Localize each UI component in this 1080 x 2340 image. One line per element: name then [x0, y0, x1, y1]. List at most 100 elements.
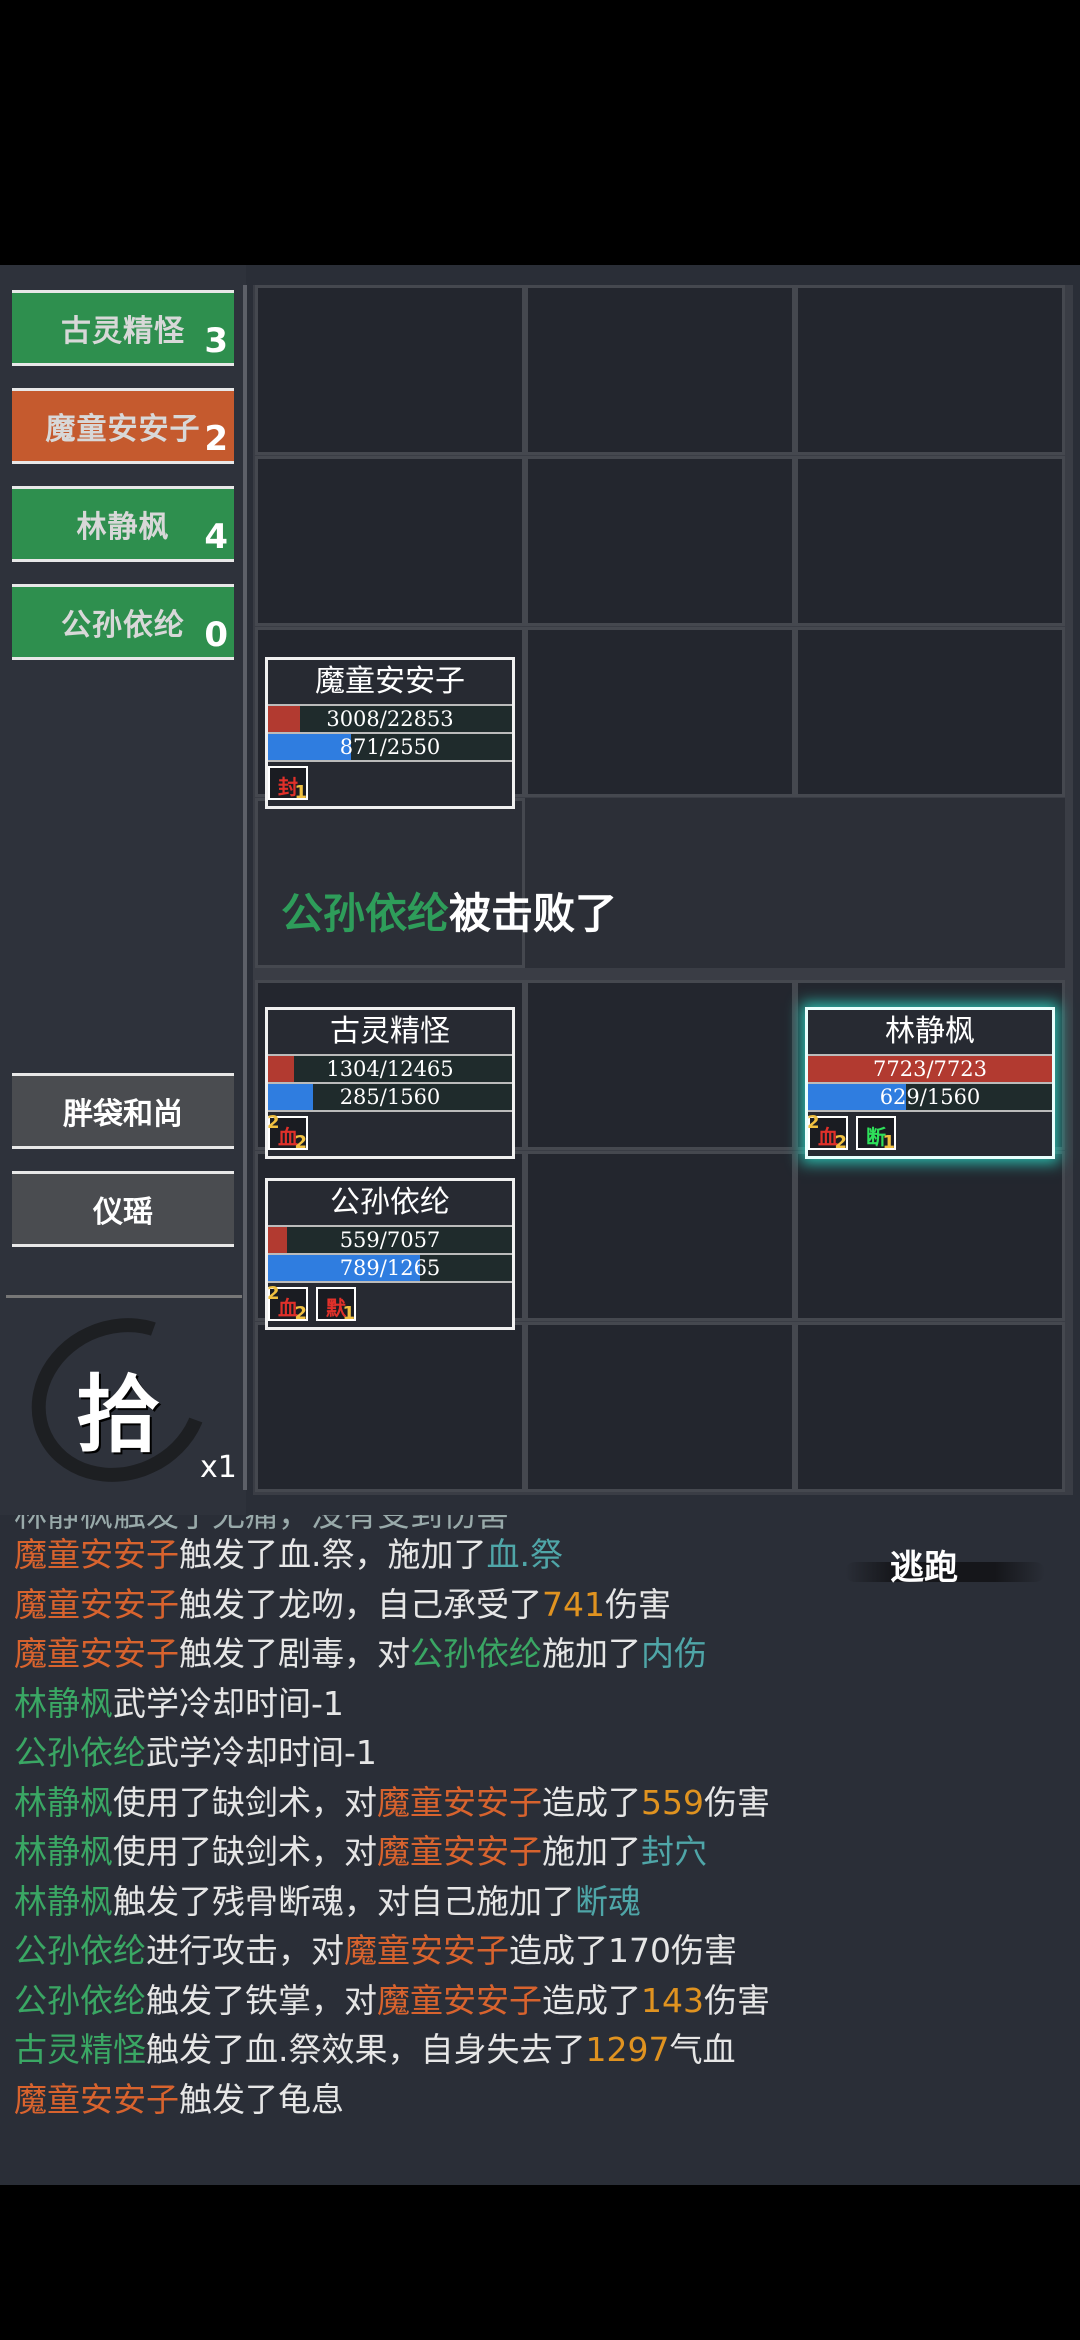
speed-multiplier[interactable]: x1 — [200, 1450, 237, 1485]
battle-screen: 古灵精怪 3 魔童安安子 2 林静枫 4 公孙依纶 0 胖袋和尚 仪瑶 拾 x1… — [0, 265, 1080, 2185]
log-segment: 林静枫 — [14, 1832, 113, 1871]
log-line: 公孙依纶进行攻击，对魔童安安子造成了170伤害 — [14, 1926, 874, 1976]
status-stack: 2 — [834, 1132, 847, 1153]
team-member-count: 4 — [204, 517, 228, 557]
log-segment: 武学冷却时间-1 — [146, 1733, 377, 1772]
team-member-name: 林静枫 — [76, 510, 170, 545]
ally-unit-card[interactable]: 古灵精怪 1304/12465 285/1560 2 血 2 — [265, 1007, 515, 1159]
log-segment: 造成了 — [542, 1980, 641, 2020]
log-segment: 魔童安安子 — [14, 1634, 179, 1673]
team-member-3[interactable]: 林静枫 4 — [12, 486, 234, 562]
board-cell[interactable] — [795, 456, 1065, 626]
log-segment: 559 — [641, 1782, 704, 1822]
unit-name: 魔童安安子 — [315, 664, 465, 699]
log-segment: 魔童安安子 — [377, 1832, 542, 1871]
status-stack: 1 — [294, 782, 307, 803]
board-cell[interactable] — [255, 456, 525, 626]
flee-button[interactable]: 逃跑 — [845, 1540, 1045, 1600]
log-segment: 断魂 — [575, 1881, 641, 1921]
board-cell[interactable] — [795, 285, 1065, 455]
reserve-member-2[interactable]: 仪瑶 — [12, 1171, 234, 1247]
log-segment: 气血 — [669, 2030, 736, 2069]
bleed-status-icon[interactable]: 2 血 2 — [807, 1112, 848, 1153]
reserve-member-1[interactable]: 胖袋和尚 — [12, 1073, 234, 1149]
log-segment: 魔童安安子 — [14, 2079, 179, 2119]
board-cell[interactable] — [255, 1322, 525, 1492]
log-line: 魔童安安子触发了剧毒，对公孙依纶施加了内伤 — [14, 1629, 874, 1679]
silence-status-icon[interactable]: 默 1 — [316, 1287, 356, 1324]
log-segment: 143 — [641, 1980, 704, 2020]
status-stack: 2 — [294, 1132, 307, 1153]
log-segment: 使用了缺剑术，对 — [113, 1782, 377, 1822]
log-line: 魔童安安子触发了龟息 — [14, 2075, 874, 2125]
log-segment: 施加了 — [542, 1634, 641, 1673]
left-panel: 古灵精怪 3 魔童安安子 2 林静枫 4 公孙依纶 0 胖袋和尚 仪瑶 拾 x1 — [0, 265, 246, 1515]
log-segment: 封穴 — [641, 1832, 707, 1871]
log-line: 古灵精怪触发了血.祭效果，自身失去了1297气血 — [14, 2025, 874, 2075]
ally-unit-card-selected[interactable]: 林静枫 7723/7723 629/1560 2 血 2 断 1 — [805, 1007, 1055, 1159]
board-cell[interactable] — [795, 1151, 1065, 1321]
defeated-text: 被击败了 — [449, 889, 618, 938]
log-segment: 造成了 — [542, 1782, 641, 1822]
team-member-4[interactable]: 公孙依纶 0 — [12, 584, 234, 660]
board-cell[interactable] — [525, 980, 795, 1150]
mp-bar: 629/1560 — [808, 1082, 1052, 1110]
log-segment: 古灵精怪 — [14, 2030, 146, 2069]
log-segment: 触发了剧毒，对 — [179, 1634, 410, 1673]
log-segment: 武学冷却时间-1 — [113, 1683, 344, 1723]
unit-name: 古灵精怪 — [330, 1014, 450, 1049]
bleed-status-icon[interactable]: 2 血 2 — [267, 1112, 308, 1153]
panel-divider — [6, 1295, 242, 1298]
log-segment: 触发了龟息 — [179, 2079, 344, 2119]
log-segment: 触发了血.祭，施加了 — [179, 1535, 487, 1574]
board-cell[interactable] — [255, 285, 525, 455]
team-member-name: 古灵精怪 — [61, 314, 185, 349]
top-black-bar — [0, 0, 1080, 265]
mp-bar: 789/1265 — [268, 1253, 512, 1281]
board-cell[interactable] — [795, 1322, 1065, 1492]
bottom-black-bar — [0, 2185, 1080, 2340]
log-line: 公孙依纶武学冷却时间-1 — [14, 1728, 874, 1778]
log-segment: 公孙依纶 — [14, 1733, 146, 1772]
hp-bar: 559/7057 — [268, 1225, 512, 1253]
ally-unit-card[interactable]: 公孙依纶 559/7057 789/1265 2 血 2 默 1 — [265, 1178, 515, 1330]
team-member-name: 公孙依纶 — [61, 608, 185, 643]
log-segment: 741 — [542, 1584, 605, 1624]
battle-log[interactable]: 魔童安安子触发了血.祭，施加了血.祭 魔童安安子触发了龙吻，自己承受了741伤害魔… — [14, 1530, 874, 2124]
bleed-status-icon[interactable]: 2 血 2 — [267, 1283, 308, 1324]
board-cell[interactable] — [525, 1322, 795, 1492]
hp-text: 559/7057 — [339, 1228, 441, 1252]
log-line: 魔童安安子触发了血.祭，施加了血.祭 — [14, 1530, 874, 1580]
team-member-1[interactable]: 古灵精怪 3 — [12, 290, 234, 366]
mp-text: 285/1560 — [339, 1085, 441, 1109]
break-status-icon[interactable]: 断 1 — [856, 1116, 896, 1153]
board-cell[interactable] — [525, 627, 795, 797]
team-member-count: 0 — [204, 615, 228, 655]
board-cell[interactable] — [795, 627, 1065, 797]
seal-status-icon[interactable]: 封 1 — [268, 766, 308, 803]
log-segment: 血.祭 — [486, 1535, 564, 1574]
round-seal-button[interactable]: 拾 — [4, 1289, 236, 1511]
log-line: 公孙依纶触发了铁掌，对魔童安安子造成了143伤害 — [14, 1976, 874, 2026]
battle-board: 魔童安安子 3008/22853 871/2550 封 1 公孙依纶被击败了 古… — [253, 285, 1073, 1495]
board-cell[interactable] — [525, 285, 795, 455]
board-cell[interactable] — [525, 1151, 795, 1321]
mp-text: 789/1265 — [339, 1256, 441, 1280]
log-segment: 林静枫 — [14, 1782, 113, 1822]
enemy-unit-card[interactable]: 魔童安安子 3008/22853 871/2550 封 1 — [265, 657, 515, 809]
unit-name: 公孙依纶 — [330, 1185, 450, 1220]
reserve-member-name: 仪瑶 — [93, 1195, 153, 1230]
team-member-count: 3 — [204, 321, 228, 361]
status-stack: 1 — [342, 1303, 355, 1324]
hp-bar: 3008/22853 — [268, 704, 512, 732]
log-line: 林静枫武学冷却时间-1 — [14, 1679, 874, 1729]
log-segment: 内伤 — [641, 1634, 707, 1673]
hp-bar: 7723/7723 — [808, 1054, 1052, 1082]
log-segment: 魔童安安子 — [377, 1980, 542, 2020]
mp-bar: 285/1560 — [268, 1082, 512, 1110]
log-line: 林静枫使用了缺剑术，对魔童安安子造成了559伤害 — [14, 1778, 874, 1828]
board-cell[interactable] — [525, 456, 795, 626]
round-seal-char: 拾 — [76, 1365, 161, 1464]
team-member-2[interactable]: 魔童安安子 2 — [12, 388, 234, 464]
defeat-announcement: 公孙依纶被击败了 — [281, 880, 617, 941]
